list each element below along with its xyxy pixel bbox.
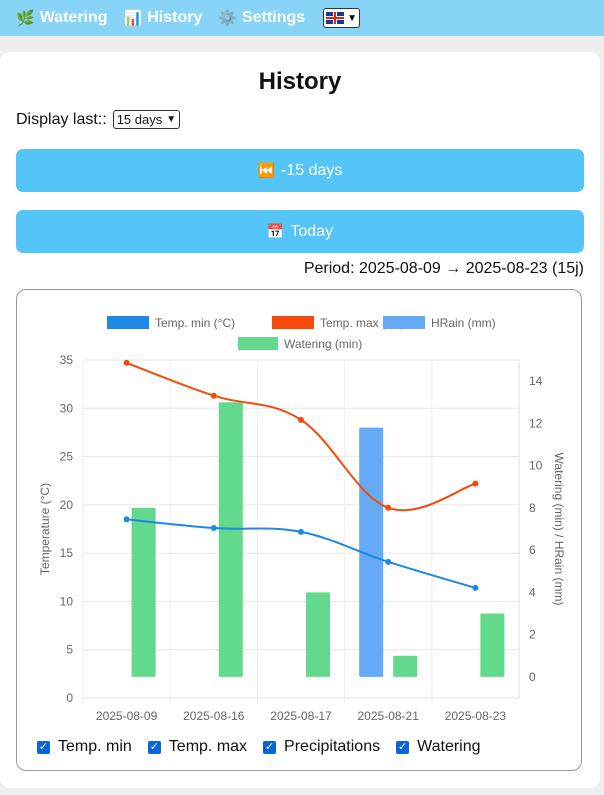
series-toggles: ✓ Temp. min ✓ Temp. max ✓ Precipitations…: [37, 738, 497, 756]
nav-settings-label: Settings: [242, 9, 306, 26]
back-15-days-button[interactable]: ⏮️ -15 days: [16, 149, 584, 192]
temp-min-point: [385, 558, 392, 565]
nav-history[interactable]: 📊 History: [124, 9, 203, 27]
toggle-watering[interactable]: ✓ Watering: [396, 738, 481, 756]
temp-max-point: [472, 480, 479, 487]
y2-tick-label: 8: [529, 501, 536, 515]
y-tick-label: 15: [60, 546, 74, 560]
temp-max-line: [126, 361, 476, 512]
y2-tick-label: 6: [529, 543, 536, 557]
temp-max-point: [385, 504, 392, 511]
y-tick-label: 20: [60, 498, 74, 512]
checkbox-icon[interactable]: ✓: [37, 740, 50, 754]
gear-icon: ⚙️: [218, 10, 238, 27]
legend-swatch: [272, 316, 314, 329]
toggle-precipitations[interactable]: ✓ Precipitations: [263, 738, 380, 756]
display-range-row: Display last:: 15 days ▼: [16, 110, 181, 129]
y2-axis-title: Watering (min) / HRain (mm): [552, 453, 566, 606]
chevron-down-icon: ▼: [347, 12, 358, 24]
language-select[interactable]: ▼: [323, 8, 361, 28]
today-button-label: Today: [290, 222, 334, 240]
toggle-temp-max[interactable]: ✓ Temp. max: [147, 738, 248, 756]
temp-max-point: [210, 392, 217, 399]
chevron-down-icon: ▼: [166, 114, 177, 125]
nav-watering[interactable]: 🌿 Watering: [16, 9, 108, 27]
history-card: History Display last:: 15 days ▼ ⏮️ -15 …: [0, 52, 600, 788]
y-tick-label: 35: [60, 353, 74, 367]
y-axis-title: Temperature (°C): [38, 483, 52, 575]
legend-label: Watering (min): [284, 337, 362, 351]
checkbox-icon[interactable]: ✓: [263, 740, 277, 754]
watering-bar: [393, 655, 418, 677]
legend-label: HRain (mm): [431, 316, 496, 330]
legend-swatch: [383, 316, 425, 329]
y2-tick-label: 14: [529, 374, 543, 388]
toggle-temp-min[interactable]: ✓ Temp. min: [37, 738, 132, 756]
top-nav: 🌿 Watering 📊 History ⚙️ Settings ▼: [0, 0, 604, 36]
back-button-label: -15 days: [281, 161, 343, 179]
uk-flag-icon: [326, 12, 345, 24]
watering-bar: [131, 507, 156, 677]
period-text: Period: 2025-08-09 → 2025-08-23 (15j): [303, 260, 584, 277]
x-tick-label: 2025-08-21: [358, 709, 420, 723]
y2-tick-label: 0: [529, 670, 536, 684]
calendar-icon: 📅: [266, 223, 285, 239]
toggle-label: Watering: [417, 738, 481, 755]
range-select[interactable]: 15 days ▼: [112, 110, 181, 129]
x-tick-label: 2025-08-09: [96, 709, 158, 723]
history-chart: 0 5 10 15 20 25 30 35 0 2 4 6 8 10 12 14 2025-08-09 2025-…: [16, 289, 582, 771]
nav-settings[interactable]: ⚙️ Settings: [218, 9, 305, 27]
nav-watering-label: Watering: [39, 9, 108, 26]
legend-swatch: [107, 316, 149, 329]
checkbox-icon[interactable]: ✓: [147, 740, 161, 754]
today-button[interactable]: 📅 Today: [16, 210, 584, 253]
legend-label: Temp. min (°C): [155, 316, 235, 330]
checkbox-icon[interactable]: ✓: [396, 740, 410, 754]
y2-tick-label: 2: [529, 628, 536, 642]
watering-bar: [218, 402, 243, 677]
y-tick-label: 10: [60, 594, 74, 608]
x-tick-label: 2025-08-17: [270, 709, 332, 723]
toggle-label: Precipitations: [284, 738, 381, 755]
range-select-value: 15 days: [116, 112, 163, 127]
page-title: History: [258, 68, 342, 95]
temp-min-point: [298, 528, 304, 535]
chart-svg: 0 5 10 15 20 25 30 35 0 2 4 6 8 10 12 14 2025-08-09 2025-…: [38, 316, 566, 723]
y2-tick-label: 10: [529, 459, 543, 473]
y2-tick-label: 12: [529, 416, 543, 430]
x-tick-label: 2025-08-23: [445, 709, 507, 723]
legend-swatch: [238, 337, 278, 350]
bar-chart-icon: 📊: [123, 10, 143, 27]
display-label: Display last::: [16, 110, 107, 128]
temp-max-point: [123, 359, 130, 366]
y-tick-label: 25: [60, 450, 74, 464]
toggle-label: Temp. min: [58, 738, 132, 755]
y2-tick-label: 4: [529, 585, 536, 599]
temp-min-point: [123, 516, 130, 523]
y-tick-label: 5: [66, 643, 73, 657]
temp-min-point: [210, 525, 217, 532]
watering-bar: [306, 592, 330, 677]
temp-max-point: [298, 416, 304, 423]
x-tick-label: 2025-08-16: [183, 709, 245, 723]
y-tick-label: 30: [60, 401, 74, 415]
y-tick-label: 0: [66, 691, 73, 705]
watering-bar: [480, 613, 505, 677]
leaf-icon: 🌿: [16, 10, 35, 27]
temp-min-point: [472, 584, 479, 591]
toggle-label: Temp. max: [168, 738, 248, 755]
rewind-icon: ⏮️: [257, 162, 276, 178]
nav-history-label: History: [147, 9, 203, 26]
